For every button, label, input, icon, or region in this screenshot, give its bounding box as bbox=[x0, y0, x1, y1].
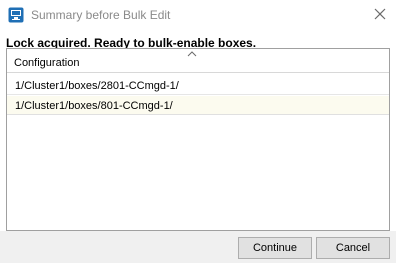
table-row[interactable]: 1/Cluster1/boxes/801-CCmgd-1/ bbox=[7, 96, 389, 115]
network-boxes-icon bbox=[8, 7, 24, 23]
configuration-table[interactable]: Configuration 1/Cluster1/boxes/2801-CCmg… bbox=[6, 48, 390, 231]
cell-configuration: 1/Cluster1/boxes/801-CCmgd-1/ bbox=[15, 100, 173, 112]
cancel-button[interactable]: Cancel bbox=[316, 237, 390, 259]
cell-configuration: 1/Cluster1/boxes/2801-CCmgd-1/ bbox=[15, 80, 179, 92]
table-row[interactable]: 1/Cluster1/boxes/2801-CCmgd-1/ bbox=[7, 76, 389, 95]
sort-ascending-icon bbox=[187, 48, 197, 57]
column-header-configuration[interactable]: Configuration bbox=[7, 51, 389, 73]
close-icon[interactable] bbox=[370, 4, 390, 24]
window-title: Summary before Bulk Edit bbox=[31, 8, 171, 22]
continue-button[interactable]: Continue bbox=[238, 237, 312, 259]
column-header-label: Configuration bbox=[14, 57, 80, 69]
title-bar: Summary before Bulk Edit bbox=[0, 0, 396, 30]
